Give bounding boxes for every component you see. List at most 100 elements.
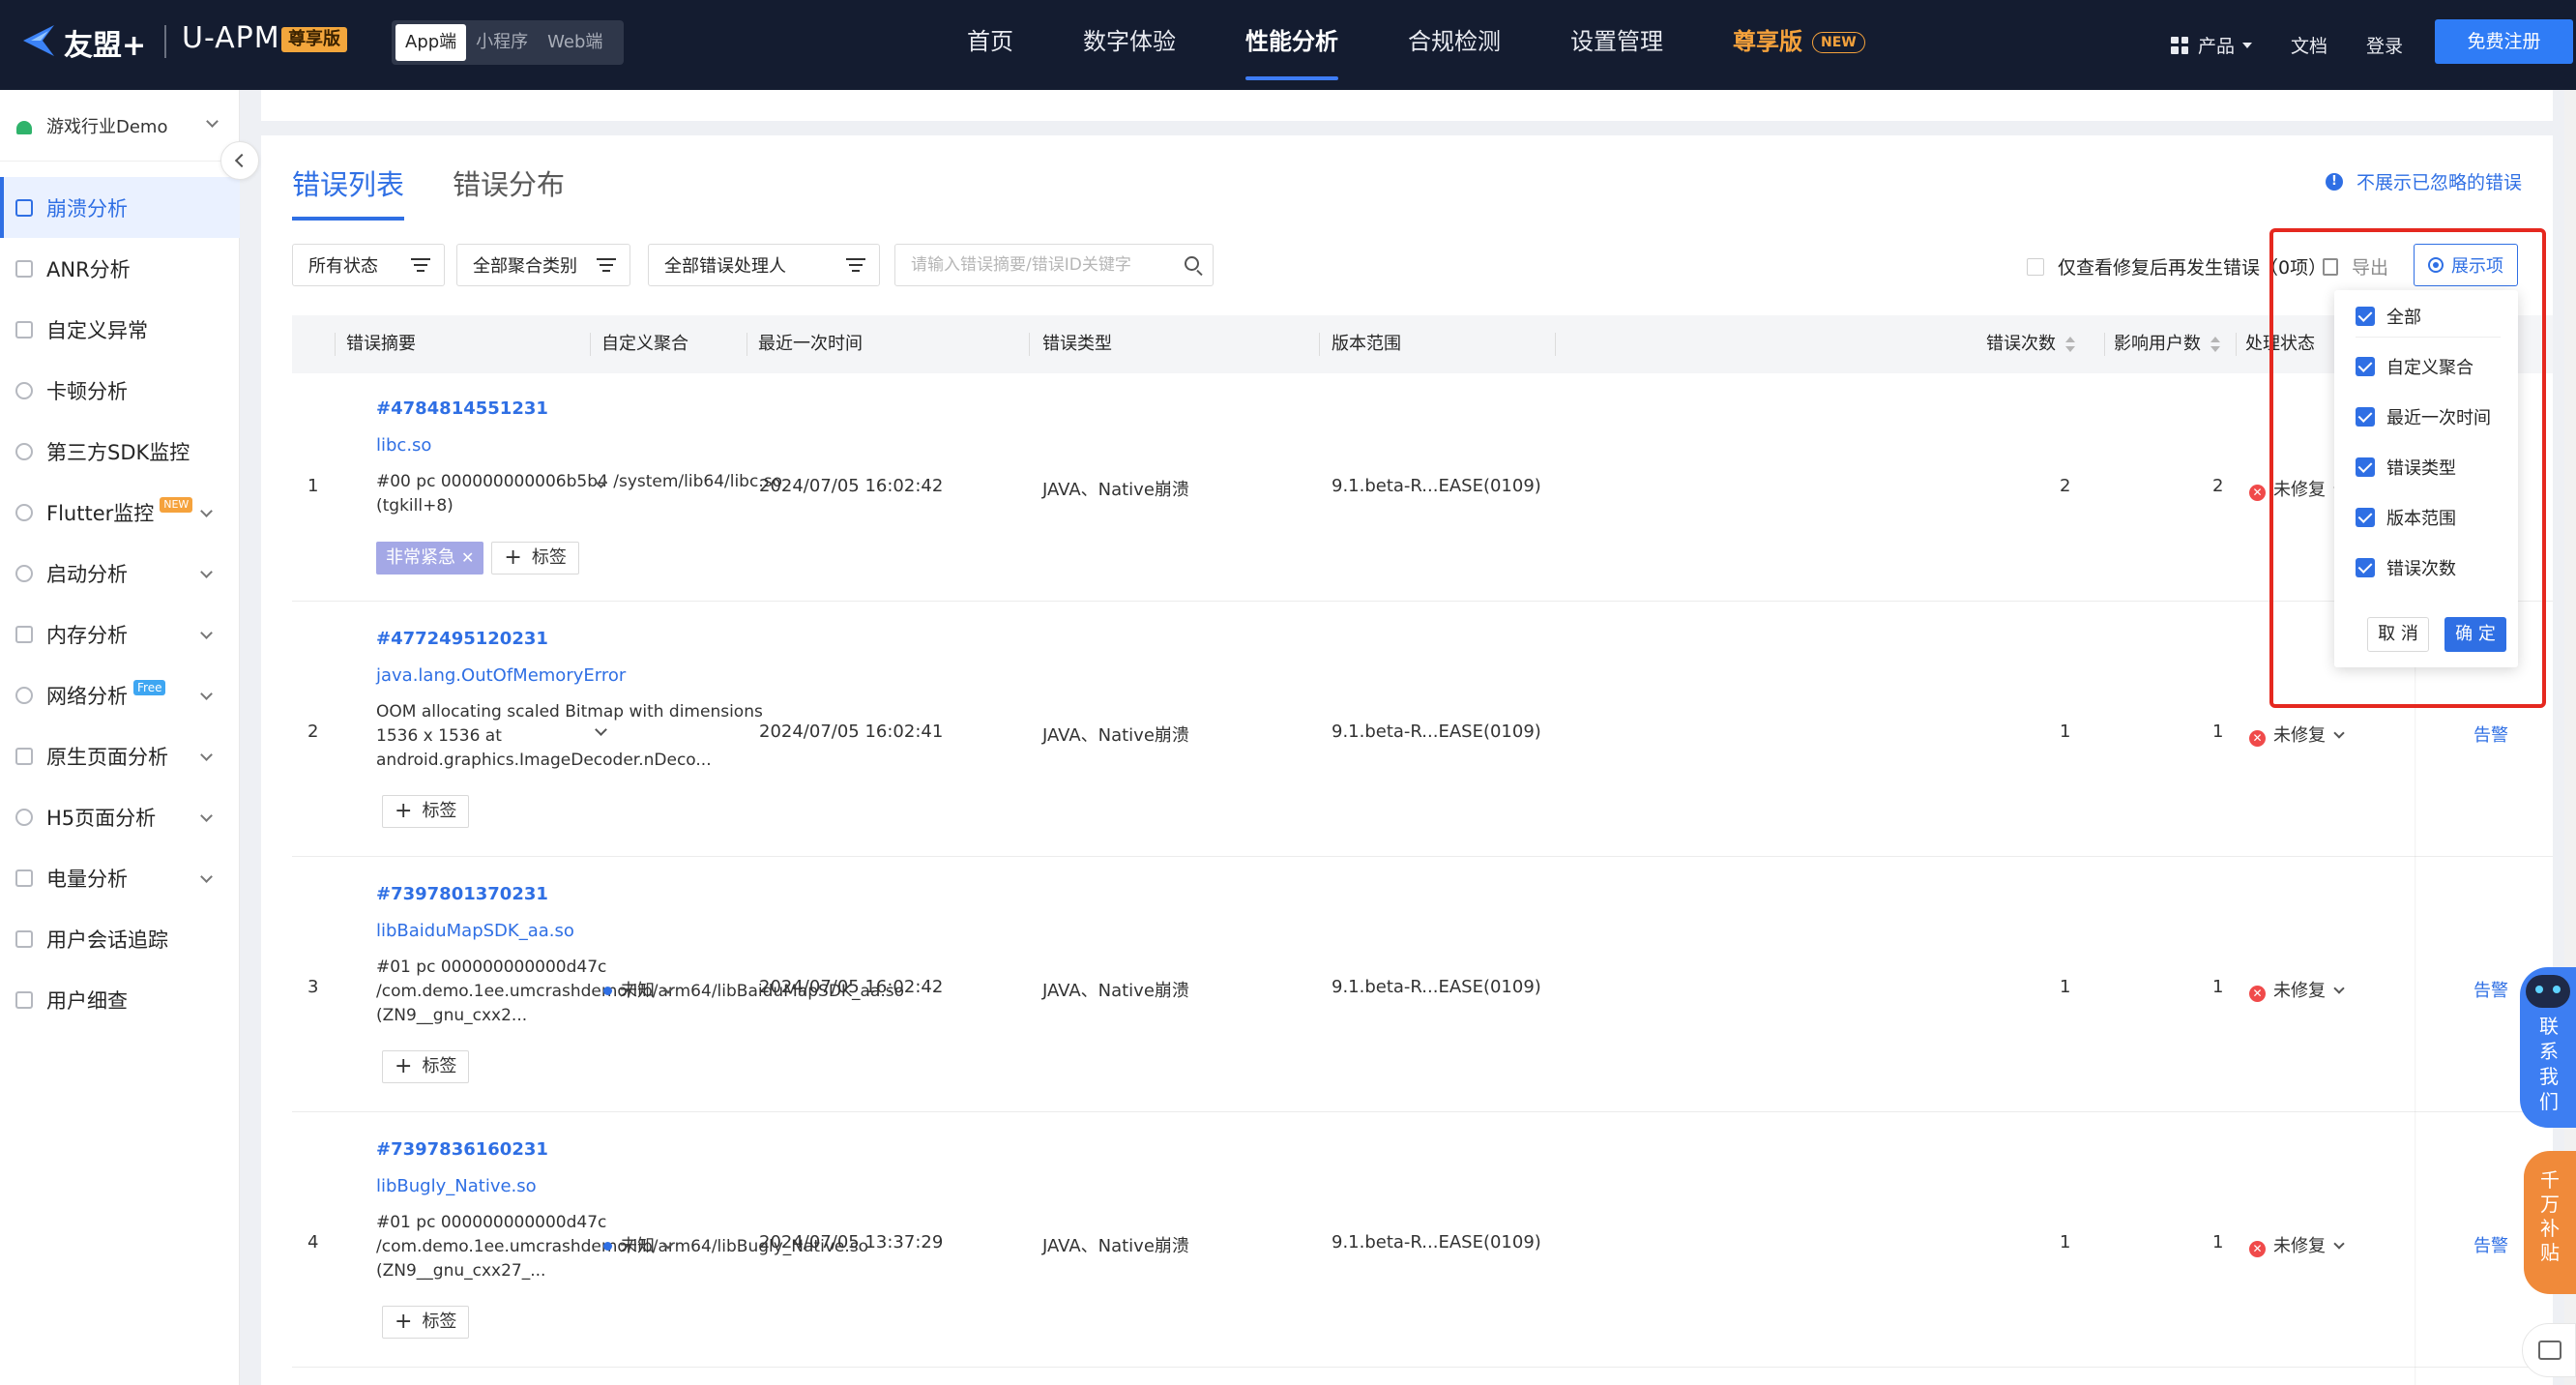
checkbox[interactable]: [2027, 257, 2044, 276]
status-select[interactable]: ✕ 未修复: [2249, 722, 2345, 747]
cancel-button[interactable]: 取 消: [2367, 617, 2429, 652]
contact-us-widget[interactable]: 联系我们: [2520, 967, 2576, 1128]
tab-error-list[interactable]: 错误列表: [292, 162, 405, 221]
option-last-time[interactable]: 最近一次时间: [2356, 404, 2491, 429]
export-button[interactable]: 导出: [2323, 253, 2388, 280]
sidebar-item-user-detail[interactable]: 用户细查: [0, 969, 240, 1030]
register-button[interactable]: 免费注册: [2435, 19, 2573, 64]
sort-icon[interactable]: [2065, 337, 2075, 352]
sidebar-item-h5-page-analysis[interactable]: H5页面分析: [0, 786, 240, 847]
fixed-only-label: 仅查看修复后再发生错误（0项）: [2058, 257, 2327, 279]
alert-link[interactable]: 告警: [2474, 722, 2508, 747]
table-row[interactable]: 4 #7397836160231 libBugly_Native.so #01 …: [292, 1112, 2553, 1368]
table-row[interactable]: 3 #7397801370231 libBaiduMapSDK_aa.so #0…: [292, 857, 2553, 1112]
platform-tab-miniprogram[interactable]: 小程序: [466, 24, 538, 61]
add-label-button[interactable]: + 标签: [382, 1050, 470, 1083]
sidebar-item-network-analysis[interactable]: 网络分析 Free: [0, 664, 240, 725]
error-library-link[interactable]: libc.so: [376, 435, 431, 456]
nav-performance-analysis[interactable]: 性能分析: [1245, 0, 1338, 90]
th-affected-users[interactable]: 影响用户数: [2114, 315, 2220, 373]
nav-vip-edition[interactable]: 尊享版 NEW: [1733, 0, 1865, 90]
nav-settings[interactable]: 设置管理: [1570, 0, 1663, 90]
add-label-button[interactable]: + 标签: [382, 1306, 470, 1339]
sidebar-item-battery-analysis[interactable]: 电量分析: [0, 847, 240, 908]
session-icon: [15, 929, 33, 948]
error-library-link[interactable]: libBaiduMapSDK_aa.so: [376, 921, 574, 941]
sidebar-item-crash-analysis[interactable]: 崩溃分析: [0, 177, 240, 238]
sidebar-item-anr-analysis[interactable]: ANR分析: [0, 238, 240, 299]
error-id-link[interactable]: #4772495120231: [376, 629, 548, 649]
products-label: 产品: [2198, 36, 2236, 57]
error-id-link[interactable]: #4784814551231: [376, 398, 548, 419]
close-icon[interactable]: ✕: [461, 548, 474, 567]
fixed-then-recurred-checkbox[interactable]: 仅查看修复后再发生错误（0项）: [2027, 253, 2327, 280]
checkbox-checked-icon[interactable]: [2356, 407, 2375, 427]
checkbox-checked-icon[interactable]: [2356, 508, 2375, 527]
sidebar-collapse-button[interactable]: [220, 141, 259, 180]
sidebar-item-session-tracking[interactable]: 用户会话追踪: [0, 908, 240, 969]
brand-name[interactable]: 友盟+: [64, 21, 146, 64]
status-select[interactable]: ✕ 未修复: [2249, 977, 2345, 1002]
add-label-button[interactable]: + 标签: [382, 795, 470, 828]
status-select[interactable]: ✕ 未修复: [2249, 1232, 2345, 1257]
nav-home[interactable]: 首页: [967, 0, 1013, 90]
platform-tab-web[interactable]: Web端: [538, 24, 612, 61]
message-widget[interactable]: [2522, 1323, 2576, 1377]
alert-link[interactable]: 告警: [2474, 977, 2508, 1002]
hide-ignored-errors-link[interactable]: ! 不展示已忽略的错误: [2325, 168, 2522, 194]
add-label-button[interactable]: + 标签: [491, 542, 579, 575]
custom-agg-select[interactable]: 未知: [603, 1232, 674, 1257]
search-icon[interactable]: [1185, 256, 1199, 271]
table-row[interactable]: 1 #4784814551231 libc.so #00 pc 00000000…: [292, 373, 2553, 602]
sidebar-item-flutter-monitor[interactable]: Flutter监控 NEW: [0, 482, 240, 543]
urgent-tag[interactable]: 非常紧急 ✕: [376, 542, 484, 575]
sort-icon[interactable]: [2210, 337, 2220, 352]
aggregation-filter[interactable]: 全部聚合类别: [456, 244, 630, 286]
platform-tab-app[interactable]: App端: [395, 24, 467, 61]
checkbox-checked-icon[interactable]: [2356, 558, 2375, 577]
checkbox-checked-icon[interactable]: [2356, 357, 2375, 376]
checkbox-checked-icon[interactable]: [2356, 307, 2375, 326]
option-version-range[interactable]: 版本范围: [2356, 505, 2456, 530]
nav-compliance-check[interactable]: 合规检测: [1408, 0, 1501, 90]
product-name[interactable]: U-APM: [182, 21, 280, 55]
error-library-link[interactable]: libBugly_Native.so: [376, 1176, 537, 1196]
status-select[interactable]: ✕ 未修复: [2249, 476, 2345, 501]
error-id-link[interactable]: #7397801370231: [376, 884, 548, 904]
products-menu[interactable]: 产品: [2171, 32, 2253, 58]
option-all[interactable]: 全部: [2356, 304, 2421, 329]
error-stack-summary: #00 pc 000000000006b5b4 /system/lib64/li…: [376, 472, 782, 516]
option-error-count[interactable]: 错误次数: [2356, 555, 2456, 580]
sidebar-item-startup-analysis[interactable]: 启动分析: [0, 543, 240, 604]
checkbox-checked-icon[interactable]: [2356, 457, 2375, 477]
table-row[interactable]: 2 #4772495120231 java.lang.OutOfMemoryEr…: [292, 602, 2553, 857]
sidebar-item-lag-analysis[interactable]: 卡顿分析: [0, 360, 240, 421]
display-columns-button[interactable]: 展示项: [2414, 244, 2518, 286]
option-error-type[interactable]: 错误类型: [2356, 455, 2456, 480]
docs-link[interactable]: 文档: [2291, 32, 2327, 58]
handler-filter[interactable]: 全部错误处理人: [648, 244, 880, 286]
tab-error-distribution[interactable]: 错误分布: [453, 162, 565, 221]
umeng-logo-icon[interactable]: [19, 19, 62, 62]
alert-link[interactable]: 告警: [2474, 1232, 2508, 1257]
error-id-link[interactable]: #7397836160231: [376, 1139, 548, 1160]
search-input[interactable]: 请输入错误摘要/错误ID关键字: [894, 244, 1214, 286]
caret-down-icon: [2242, 42, 2253, 48]
confirm-button[interactable]: 确 定: [2444, 617, 2506, 652]
sidebar-item-custom-exception[interactable]: 自定义异常: [0, 299, 240, 360]
lag-icon: [15, 381, 33, 399]
sidebar-item-native-page-analysis[interactable]: 原生页面分析: [0, 725, 240, 786]
th-error-count[interactable]: 错误次数: [1986, 315, 2075, 373]
login-link[interactable]: 登录: [2366, 32, 2403, 58]
unfixed-status-icon: ✕: [2249, 730, 2266, 747]
custom-agg-select[interactable]: 未知: [603, 977, 674, 1002]
nav-digital-experience[interactable]: 数字体验: [1083, 0, 1176, 90]
error-library-link[interactable]: java.lang.OutOfMemoryError: [376, 665, 626, 686]
sidebar-item-third-party-sdk[interactable]: 第三方SDK监控: [0, 421, 240, 482]
sidebar-item-memory-analysis[interactable]: 内存分析: [0, 604, 240, 664]
last-occurrence-time: 2024/07/05 16:02:41: [759, 722, 944, 742]
status-filter[interactable]: 所有状态: [292, 244, 445, 286]
subsidy-widget[interactable]: 千万补贴: [2524, 1151, 2576, 1294]
app-selector[interactable]: 游戏行业Demo: [0, 90, 240, 162]
option-custom-agg[interactable]: 自定义聚合: [2356, 354, 2474, 379]
